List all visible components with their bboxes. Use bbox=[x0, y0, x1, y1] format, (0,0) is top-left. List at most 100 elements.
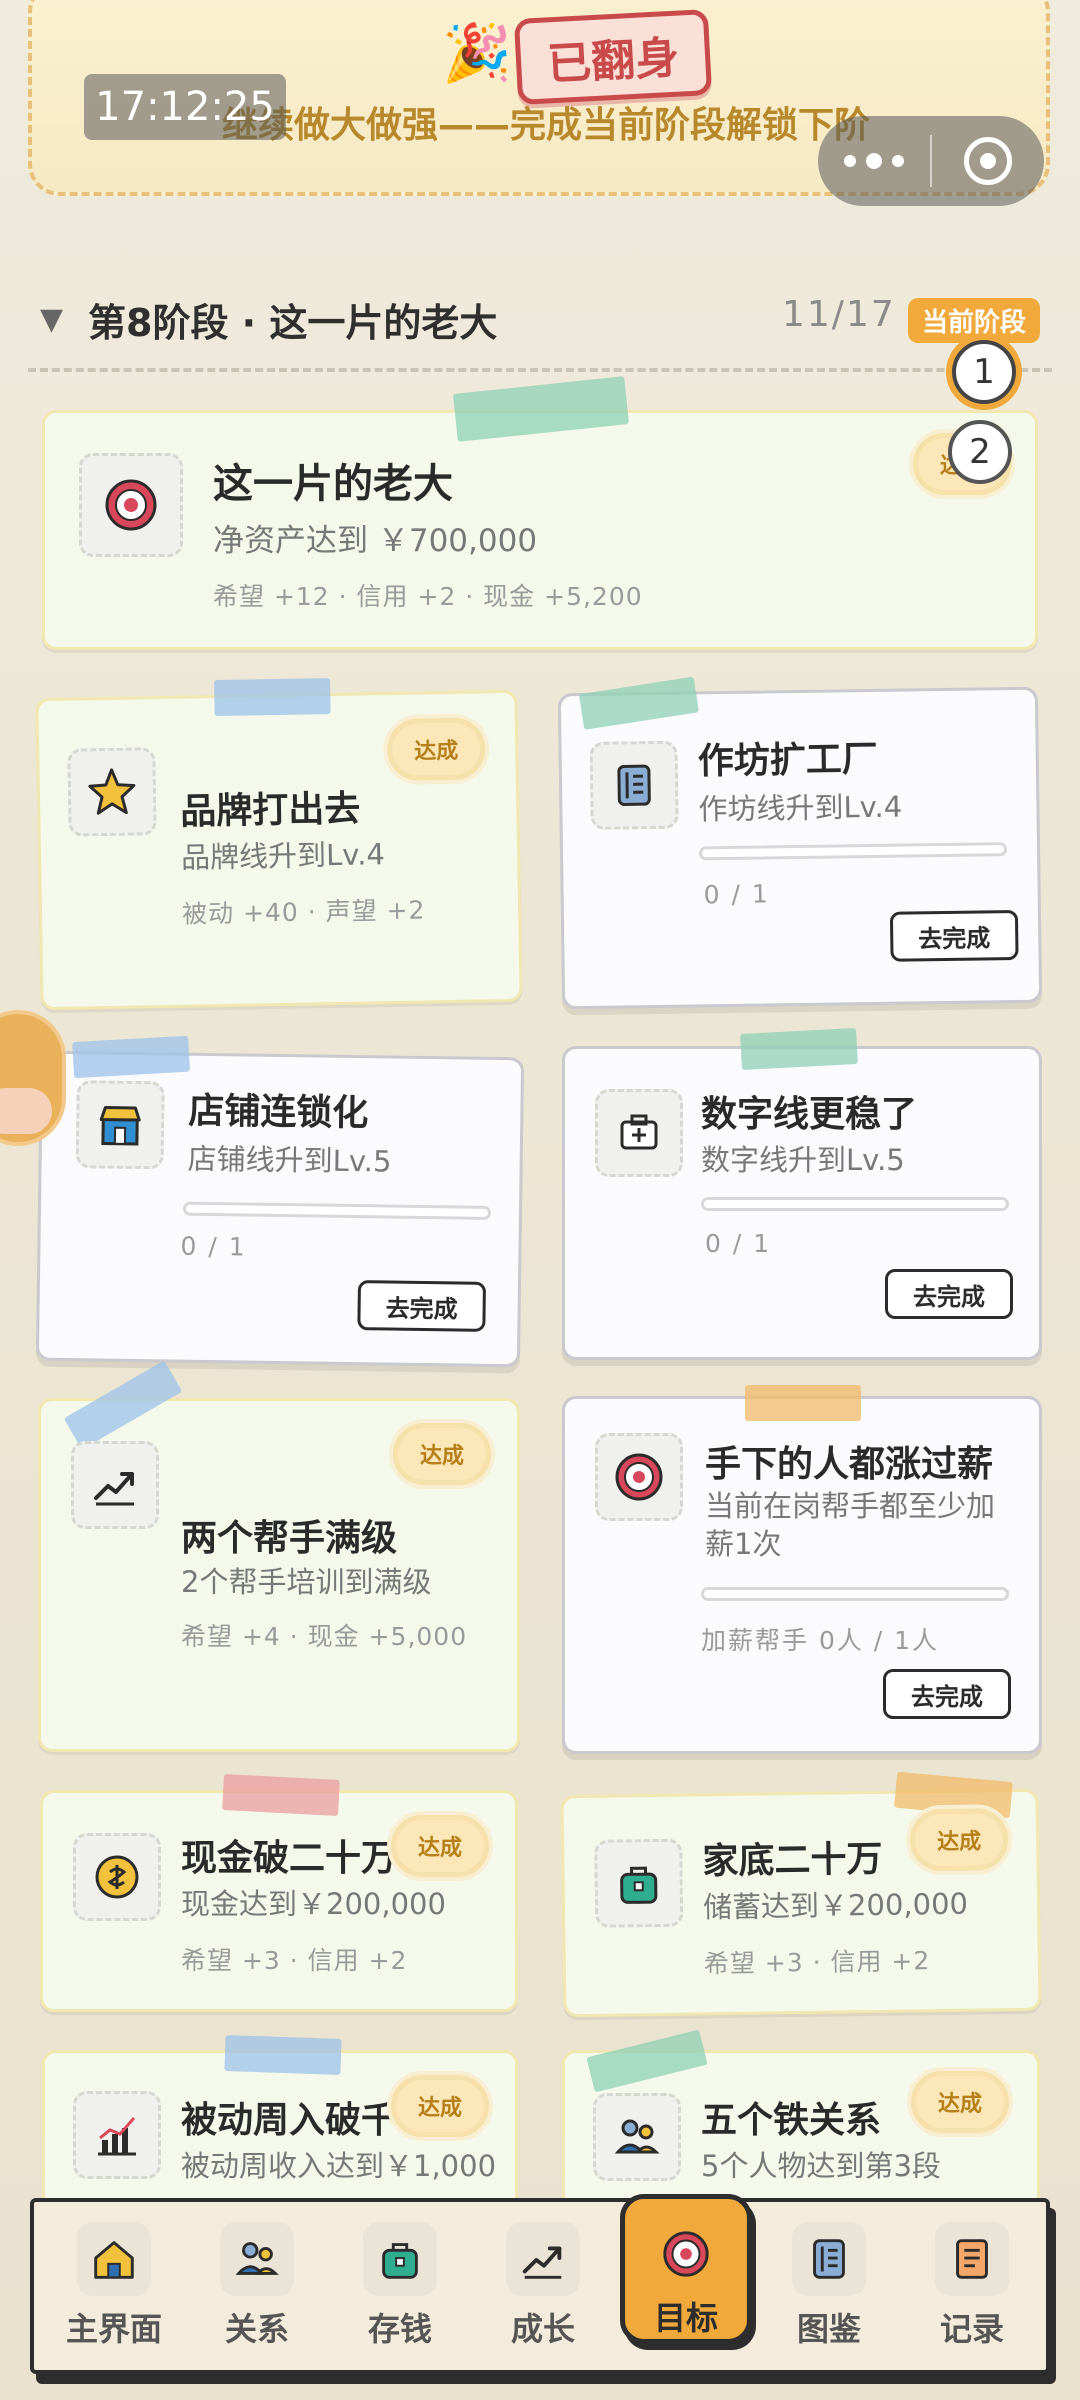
done-badge: 达成 bbox=[911, 2071, 1009, 2133]
goal-reward: 希望 +3 · 信用 +2 bbox=[703, 1946, 931, 1979]
goal-title: 现金破二十万 bbox=[181, 1838, 398, 1879]
goal-reward: 被动 +40 · 声望 +2 bbox=[181, 895, 426, 929]
goal-title: 品牌打出去 bbox=[179, 788, 361, 833]
goal-card-workshop[interactable]: 作坊扩工厂 作坊线升到Lv.4 0 / 1 去完成 bbox=[557, 676, 1043, 1010]
go-complete-button[interactable]: 去完成 bbox=[883, 1669, 1011, 1719]
goal-title: 店铺连锁化 bbox=[188, 1090, 369, 1135]
more-menu-icon[interactable] bbox=[818, 116, 930, 206]
goal-desc: 作坊线升到Lv.4 bbox=[698, 789, 903, 827]
tape-decoration bbox=[224, 2034, 342, 2076]
goal-desc: 数字线升到Lv.5 bbox=[701, 1143, 905, 1177]
goal-card-cash[interactable]: 现金破二十万 现金达到￥200,000 希望 +3 · 信用 +2 达成 bbox=[40, 1773, 518, 2012]
tape-decoration bbox=[214, 678, 331, 717]
goal-title: 作坊扩工厂 bbox=[697, 738, 879, 783]
goal-desc: 5个人物达到第3段 bbox=[701, 2149, 941, 2183]
goal-desc: 品牌线升到Lv.4 bbox=[180, 837, 386, 875]
goal-desc: 当前在岗帮手都至少加薪1次 bbox=[705, 1489, 996, 1561]
goal-card-featured[interactable]: 这一片的老大 净资产达到 ￥700,000 希望 +12 · 信用 +2 · 现… bbox=[42, 376, 1038, 650]
party-popper-icon: 🎉 bbox=[442, 21, 512, 86]
tape-decoration bbox=[586, 2029, 708, 2093]
target-icon bbox=[649, 2217, 723, 2291]
go-complete-button[interactable]: 去完成 bbox=[889, 909, 1019, 962]
goal-card-raise[interactable]: 手下的人都涨过薪 当前在岗帮手都至少加薪1次 加薪帮手 0人 / 1人 去完成 bbox=[562, 1385, 1042, 1754]
nav-goals[interactable]: 目标 bbox=[620, 2194, 752, 2344]
progress-bar bbox=[701, 1197, 1009, 1211]
stage-header[interactable]: ▼ 第8阶段 · 这一片的老大 11/17 当前阶段 bbox=[40, 290, 1050, 350]
stage-marker-1[interactable]: 1 bbox=[952, 340, 1016, 404]
goal-title: 这一片的老大 bbox=[213, 461, 453, 507]
done-badge: 达成 bbox=[391, 1815, 489, 1877]
goal-desc: 净资产达到 ￥700,000 bbox=[213, 523, 538, 559]
nav-label: 关系 bbox=[224, 2310, 289, 2348]
shop-icon bbox=[75, 1080, 165, 1170]
goal-reward: 希望 +3 · 信用 +2 bbox=[181, 1946, 408, 1975]
book-icon bbox=[792, 2222, 866, 2296]
nav-label: 目标 bbox=[653, 2299, 718, 2337]
people-icon bbox=[593, 2093, 681, 2181]
goal-desc: 被动周收入达到￥1,000 bbox=[181, 2149, 497, 2183]
done-badge: 达成 bbox=[391, 2075, 489, 2137]
bag-icon bbox=[363, 2222, 437, 2296]
goal-title: 家底二十万 bbox=[702, 1838, 883, 1883]
tape-decoration bbox=[72, 1035, 191, 1079]
target-icon bbox=[79, 453, 183, 557]
coin-icon bbox=[73, 1833, 161, 1921]
goal-title: 手下的人都涨过薪 bbox=[705, 1444, 994, 1485]
close-miniapp-icon[interactable] bbox=[932, 116, 1044, 206]
go-complete-button[interactable]: 去完成 bbox=[357, 1280, 487, 1332]
bag-icon bbox=[594, 1838, 684, 1928]
tape-decoration bbox=[222, 1773, 340, 1817]
goal-card-brand[interactable]: 品牌打出去 品牌线升到Lv.4 被动 +40 · 声望 +2 达成 bbox=[35, 678, 523, 1011]
done-badge: 达成 bbox=[909, 1808, 1009, 1872]
first-aid-icon bbox=[595, 1089, 683, 1177]
current-stage-tag: 当前阶段 bbox=[908, 298, 1041, 343]
bottom-nav: 主界面 关系 存钱 成长 目标 图鉴 记录 bbox=[30, 2194, 1050, 2374]
book-icon bbox=[589, 740, 679, 830]
progress-text: 0 / 1 bbox=[180, 1231, 247, 1262]
goal-card-savings[interactable]: 家底二十万 储蓄达到￥200,000 希望 +3 · 信用 +2 达成 bbox=[560, 1771, 1042, 2018]
section-divider bbox=[28, 368, 1052, 372]
stage-title: 第8阶段 · 这一片的老大 bbox=[88, 301, 498, 345]
nav-label: 成长 bbox=[510, 2310, 575, 2348]
nav-save[interactable]: 存钱 bbox=[340, 2222, 460, 2350]
tape-decoration bbox=[578, 676, 700, 730]
chart-icon bbox=[73, 2091, 161, 2179]
nav-records[interactable]: 记录 bbox=[912, 2222, 1032, 2350]
go-complete-button[interactable]: 去完成 bbox=[885, 1269, 1013, 1319]
goal-desc: 2个帮手培训到满级 bbox=[181, 1565, 432, 1599]
nav-guide[interactable]: 图鉴 bbox=[769, 2222, 889, 2350]
tape-decoration bbox=[745, 1385, 861, 1421]
done-badge: 达成 bbox=[393, 1423, 491, 1485]
done-badge: 达成 bbox=[386, 717, 486, 782]
tape-decoration bbox=[452, 376, 630, 442]
progress-bar bbox=[701, 1587, 1009, 1601]
nav-label: 主界面 bbox=[65, 2310, 162, 2348]
goal-card-helpers-max[interactable]: 两个帮手满级 2个帮手培训到满级 希望 +4 · 现金 +5,000 达成 bbox=[38, 1360, 520, 1752]
trend-up-icon bbox=[71, 1441, 159, 1529]
nav-label: 记录 bbox=[939, 2310, 1004, 2348]
nav-growth[interactable]: 成长 bbox=[483, 2222, 603, 2350]
nav-label: 存钱 bbox=[367, 2310, 432, 2348]
collapse-arrow-icon[interactable]: ▼ bbox=[40, 302, 63, 337]
stage-marker-2[interactable]: 2 bbox=[948, 420, 1012, 484]
goal-reward: 希望 +12 · 信用 +2 · 现金 +5,200 bbox=[213, 582, 643, 611]
time-display: 17:12:25 bbox=[84, 74, 286, 140]
progress-text: 0 / 1 bbox=[705, 1229, 772, 1258]
nav-relations[interactable]: 关系 bbox=[197, 2222, 317, 2350]
goal-desc: 储蓄达到￥200,000 bbox=[702, 1886, 969, 1925]
goal-desc: 现金达到￥200,000 bbox=[181, 1887, 446, 1921]
progress-bar bbox=[698, 842, 1008, 861]
progress-text: 0 / 1 bbox=[703, 879, 770, 910]
goal-desc: 店铺线升到Lv.5 bbox=[187, 1141, 392, 1179]
goal-card-digital[interactable]: 数字线更稳了 数字线升到Lv.5 0 / 1 去完成 bbox=[562, 1027, 1042, 1360]
people-icon bbox=[220, 2222, 294, 2296]
goal-title: 数字线更稳了 bbox=[701, 1094, 918, 1135]
star-icon bbox=[67, 747, 157, 837]
progress-bar bbox=[182, 1201, 492, 1220]
flipped-badge: 已翻身 bbox=[513, 8, 713, 106]
nav-home[interactable]: 主界面 bbox=[54, 2222, 174, 2350]
goal-card-shop[interactable]: 店铺连锁化 店铺线升到Lv.5 0 / 1 去完成 bbox=[35, 1035, 525, 1368]
helper-avatar[interactable] bbox=[0, 1010, 66, 1146]
tape-decoration bbox=[63, 1360, 183, 1450]
stage-progress-count: 11/17 bbox=[782, 294, 896, 335]
